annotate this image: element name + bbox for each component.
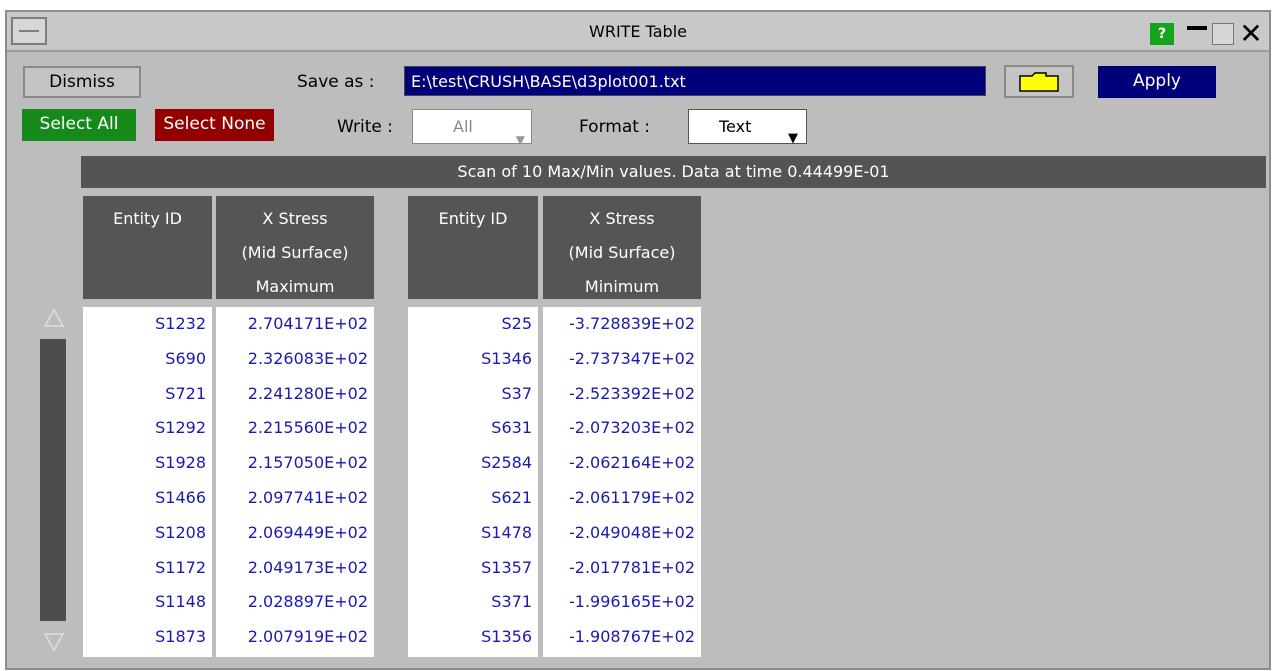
header-text: Maximum: [255, 277, 335, 296]
table-cell[interactable]: 2.157050E+02: [216, 446, 374, 481]
max-entity-id-column: S1232 S690 S721 S1292 S1928 S1466 S1208 …: [83, 307, 212, 657]
min-entity-id-header[interactable]: Entity ID: [408, 196, 538, 299]
table-cell[interactable]: S631: [408, 411, 538, 446]
min-entity-id-column: S25 S1346 S37 S631 S2584 S621 S1478 S135…: [408, 307, 538, 657]
min-x-stress-header[interactable]: X Stress (Mid Surface) Minimum: [543, 196, 701, 299]
table-cell[interactable]: S1928: [83, 446, 212, 481]
write-table-window: WRITE Table ? ✕ Dismiss Save as : E:\tes…: [5, 10, 1271, 670]
chevron-down-icon: ▼: [515, 133, 525, 147]
table-cell[interactable]: S1873: [83, 620, 212, 655]
scroll-up-icon[interactable]: [43, 308, 65, 328]
save-as-input[interactable]: E:\test\CRUSH\BASE\d3plot001.txt: [404, 66, 986, 96]
max-x-stress-header[interactable]: X Stress (Mid Surface) Maximum: [216, 196, 374, 299]
table-cell[interactable]: S37: [408, 377, 538, 412]
table-cell[interactable]: S2584: [408, 446, 538, 481]
table-cell[interactable]: -2.737347E+02: [543, 342, 701, 377]
select-all-button[interactable]: Select All: [22, 109, 136, 141]
header-text: Entity ID: [438, 209, 508, 228]
table-cell[interactable]: S690: [83, 342, 212, 377]
header-text: Entity ID: [113, 209, 182, 228]
table-cell[interactable]: 2.028897E+02: [216, 585, 374, 620]
dismiss-button[interactable]: Dismiss: [23, 66, 141, 98]
scroll-down-icon[interactable]: [43, 632, 65, 652]
table-cell[interactable]: S371: [408, 585, 538, 620]
table-cell[interactable]: 2.215560E+02: [216, 411, 374, 446]
header-text: X Stress: [589, 209, 655, 228]
header-text: (Mid Surface): [241, 243, 349, 262]
format-label: Format :: [579, 117, 651, 137]
table-cell[interactable]: -1.908767E+02: [543, 620, 701, 655]
table-cell[interactable]: -2.062164E+02: [543, 446, 701, 481]
table-cell[interactable]: -2.049048E+02: [543, 516, 701, 551]
write-dropdown-value: All: [453, 117, 473, 136]
browse-folder-button[interactable]: [1004, 65, 1074, 98]
table-cell[interactable]: S1357: [408, 551, 538, 586]
format-dropdown[interactable]: Text ▼: [688, 109, 807, 146]
select-none-button[interactable]: Select None: [155, 109, 274, 141]
table-cell[interactable]: S721: [83, 377, 212, 412]
close-icon[interactable]: ✕: [1237, 20, 1265, 48]
title-bar[interactable]: WRITE Table ? ✕: [7, 12, 1269, 52]
max-value-column: 2.704171E+02 2.326083E+02 2.241280E+02 2…: [216, 307, 374, 657]
save-as-label: Save as :: [297, 72, 375, 92]
write-label: Write :: [337, 117, 394, 137]
write-dropdown[interactable]: All ▼: [412, 109, 532, 147]
table-cell[interactable]: 2.326083E+02: [216, 342, 374, 377]
window-title: WRITE Table: [589, 22, 687, 41]
help-icon[interactable]: ?: [1150, 23, 1174, 45]
maximize-icon[interactable]: [1212, 23, 1234, 45]
table-cell[interactable]: S1148: [83, 585, 212, 620]
table-cell[interactable]: -3.728839E+02: [543, 307, 701, 342]
header-text: Minimum: [584, 277, 660, 296]
table-cell[interactable]: S1172: [83, 551, 212, 586]
table-cell[interactable]: -2.017781E+02: [543, 551, 701, 586]
vertical-scrollbar[interactable]: [40, 339, 66, 621]
table-cell[interactable]: S25: [408, 307, 538, 342]
table-cell[interactable]: S1292: [83, 411, 212, 446]
table-cell[interactable]: S1466: [83, 481, 212, 516]
table-cell[interactable]: -2.061179E+02: [543, 481, 701, 516]
header-text: X Stress: [262, 209, 328, 228]
table-cell[interactable]: -1.996165E+02: [543, 585, 701, 620]
table-cell[interactable]: 2.097741E+02: [216, 481, 374, 516]
min-value-column: -3.728839E+02 -2.737347E+02 -2.523392E+0…: [543, 307, 701, 657]
table-cell[interactable]: 2.241280E+02: [216, 377, 374, 412]
apply-button[interactable]: Apply: [1098, 66, 1216, 98]
table-cell[interactable]: S621: [408, 481, 538, 516]
table-cell[interactable]: -2.523392E+02: [543, 377, 701, 412]
minimize-icon[interactable]: [1185, 23, 1209, 45]
table-cell[interactable]: 2.704171E+02: [216, 307, 374, 342]
table-cell[interactable]: 2.007919E+02: [216, 620, 374, 655]
table-cell[interactable]: S1232: [83, 307, 212, 342]
table-cell[interactable]: S1208: [83, 516, 212, 551]
table-cell[interactable]: 2.069449E+02: [216, 516, 374, 551]
table-cell[interactable]: S1356: [408, 620, 538, 655]
header-text: (Mid Surface): [568, 243, 676, 262]
chevron-down-icon: ▼: [788, 131, 798, 146]
table-cell[interactable]: S1346: [408, 342, 538, 377]
folder-icon: [1019, 72, 1059, 92]
table-cell[interactable]: 2.049173E+02: [216, 551, 374, 586]
table-cell[interactable]: -2.073203E+02: [543, 411, 701, 446]
table-cell[interactable]: S1478: [408, 516, 538, 551]
format-dropdown-value: Text: [719, 117, 752, 136]
max-entity-id-header[interactable]: Entity ID: [83, 196, 212, 299]
scan-summary-bar: Scan of 10 Max/Min values. Data at time …: [81, 156, 1266, 188]
